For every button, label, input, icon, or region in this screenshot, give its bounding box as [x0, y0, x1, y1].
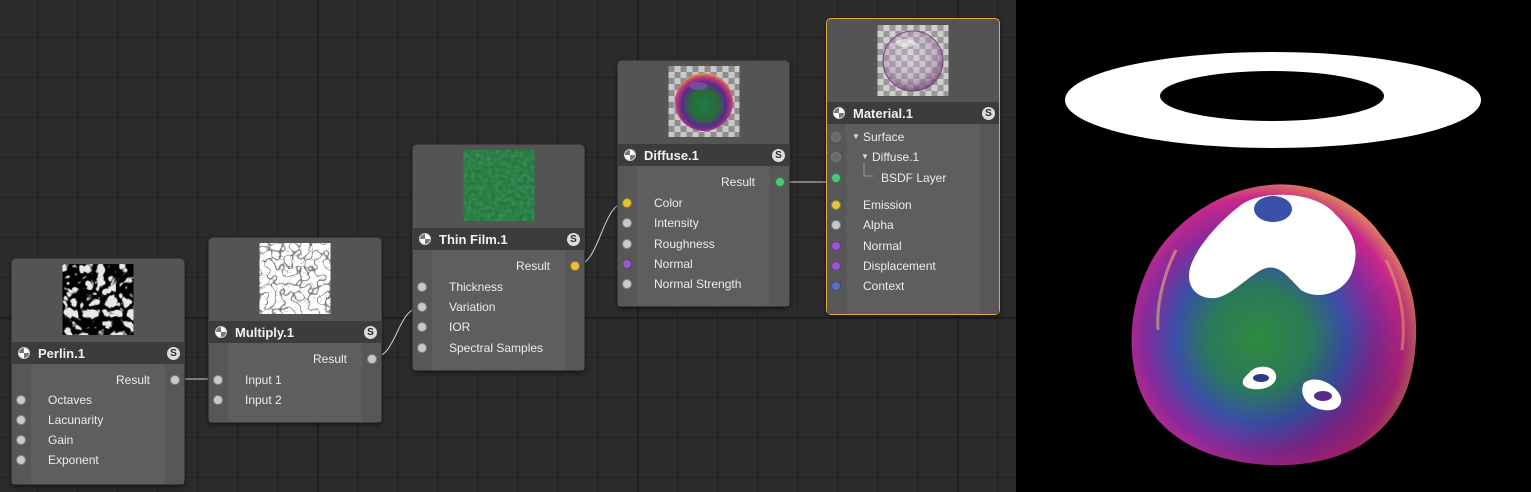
perlin-input-lacunarity: Lacunarity: [12, 410, 184, 430]
normal-port[interactable]: [622, 259, 632, 269]
material-input-alpha: Alpha: [827, 215, 999, 235]
thin-film-preview-thumbnail: [463, 150, 534, 221]
spectral-samples-port[interactable]: [417, 343, 427, 353]
node-type-icon: [833, 107, 845, 119]
gain-port[interactable]: [16, 435, 26, 445]
lacunarity-port[interactable]: [16, 415, 26, 425]
intensity-port[interactable]: [622, 218, 632, 228]
normal-strength-port[interactable]: [622, 279, 632, 289]
perlin-input-gain: Gain: [12, 430, 184, 450]
diffuse-input-roughness: Roughness: [618, 234, 789, 254]
expand-triangle-icon[interactable]: ▼: [852, 127, 860, 147]
diffuse-node-header[interactable]: Diffuse.1 S: [618, 144, 789, 166]
octaves-port[interactable]: [16, 395, 26, 405]
material-normal-port[interactable]: [831, 241, 841, 251]
material-node[interactable]: Material.1 S ▼ Surface ▼ Diffuse.1 BSDF …: [826, 18, 1000, 315]
multiply-output-result: Result: [209, 349, 381, 369]
perlin-result-port[interactable]: [170, 375, 180, 385]
exponent-port[interactable]: [16, 455, 26, 465]
node-type-icon: [18, 347, 30, 359]
multiply-preview-thumbnail: [259, 243, 331, 314]
thin-film-input-spectral-samples: Spectral Samples: [413, 338, 584, 358]
input-2-port[interactable]: [213, 395, 223, 405]
perlin-preview-thumbnail: [62, 264, 134, 335]
diffuse-input-normal: Normal: [618, 254, 789, 274]
multiply-node-title: Multiply.1: [235, 324, 294, 340]
material-input-context: Context: [827, 276, 999, 296]
ior-port[interactable]: [417, 322, 427, 332]
surface-diffuse-port[interactable]: [831, 152, 841, 162]
diffuse-preview-thumbnail: [668, 66, 739, 137]
solo-badge-icon[interactable]: S: [982, 106, 995, 120]
perlin-node[interactable]: Perlin.1 S Result Octaves Lacunarity Gai…: [11, 258, 185, 485]
node-type-icon: [419, 233, 431, 245]
roughness-port[interactable]: [622, 239, 632, 249]
diffuse-output-result: Result: [618, 172, 789, 192]
node-type-icon: [215, 326, 227, 338]
material-preview-thumbnail: [877, 25, 949, 96]
material-input-displacement: Displacement: [827, 256, 999, 276]
thin-film-node-header[interactable]: Thin Film.1 S: [413, 228, 584, 250]
solo-badge-icon[interactable]: S: [167, 346, 180, 360]
perlin-input-exponent: Exponent: [12, 450, 184, 470]
multiply-node-header[interactable]: Multiply.1 S: [209, 321, 381, 343]
diffuse-input-color: Color: [618, 193, 789, 213]
multiply-input-1: Input 1: [209, 370, 381, 390]
material-input-surface: ▼ Surface: [827, 127, 999, 147]
thin-film-output-result: Result: [413, 256, 584, 276]
material-node-title: Material.1: [853, 105, 913, 121]
multiply-result-port[interactable]: [367, 354, 377, 364]
material-surface-diffuse: ▼ Diffuse.1: [827, 147, 999, 167]
material-input-normal: Normal: [827, 236, 999, 256]
bsdf-layer-port[interactable]: [831, 173, 841, 183]
diffuse-node[interactable]: Diffuse.1 S Result Color Intensity Rough…: [617, 60, 790, 307]
render-preview-viewport: [1016, 0, 1531, 492]
material-node-header[interactable]: Material.1 S: [827, 102, 999, 124]
material-bsdf-layer: BSDF Layer: [827, 162, 999, 188]
displacement-port[interactable]: [831, 261, 841, 271]
material-input-emission: Emission: [827, 195, 999, 215]
perlin-node-title: Perlin.1: [38, 345, 85, 361]
thin-film-input-thickness: Thickness: [413, 277, 584, 297]
thin-film-node-title: Thin Film.1: [439, 231, 508, 247]
diffuse-node-title: Diffuse.1: [644, 147, 699, 163]
solo-badge-icon[interactable]: S: [567, 232, 580, 246]
rendered-iridescent-blob: [1065, 52, 1481, 466]
solo-badge-icon[interactable]: S: [364, 325, 377, 339]
alpha-port[interactable]: [831, 220, 841, 230]
diffuse-input-intensity: Intensity: [618, 213, 789, 233]
thin-film-input-variation: Variation: [413, 297, 584, 317]
surface-port[interactable]: [831, 132, 841, 142]
perlin-input-octaves: Octaves: [12, 390, 184, 410]
diffuse-input-normal-strength: Normal Strength: [618, 274, 789, 294]
thin-film-input-ior: IOR: [413, 317, 584, 337]
thin-film-node[interactable]: Thin Film.1 S Result Thickness Variation…: [412, 144, 585, 371]
variation-port[interactable]: [417, 302, 427, 312]
multiply-node[interactable]: Multiply.1 S Result Input 1 Input 2: [208, 237, 382, 423]
thickness-port[interactable]: [417, 282, 427, 292]
input-1-port[interactable]: [213, 375, 223, 385]
multiply-input-2: Input 2: [209, 390, 381, 410]
node-graph-editor[interactable]: Perlin.1 S Result Octaves Lacunarity Gai…: [0, 0, 1016, 492]
color-port[interactable]: [622, 198, 632, 208]
thin-film-result-port[interactable]: [570, 261, 580, 271]
emission-port[interactable]: [831, 200, 841, 210]
context-port[interactable]: [831, 281, 841, 291]
perlin-output-result: Result: [12, 370, 184, 390]
diffuse-result-port[interactable]: [775, 177, 785, 187]
node-type-icon: [624, 149, 636, 161]
solo-badge-icon[interactable]: S: [772, 148, 785, 162]
perlin-node-header[interactable]: Perlin.1 S: [12, 342, 184, 364]
